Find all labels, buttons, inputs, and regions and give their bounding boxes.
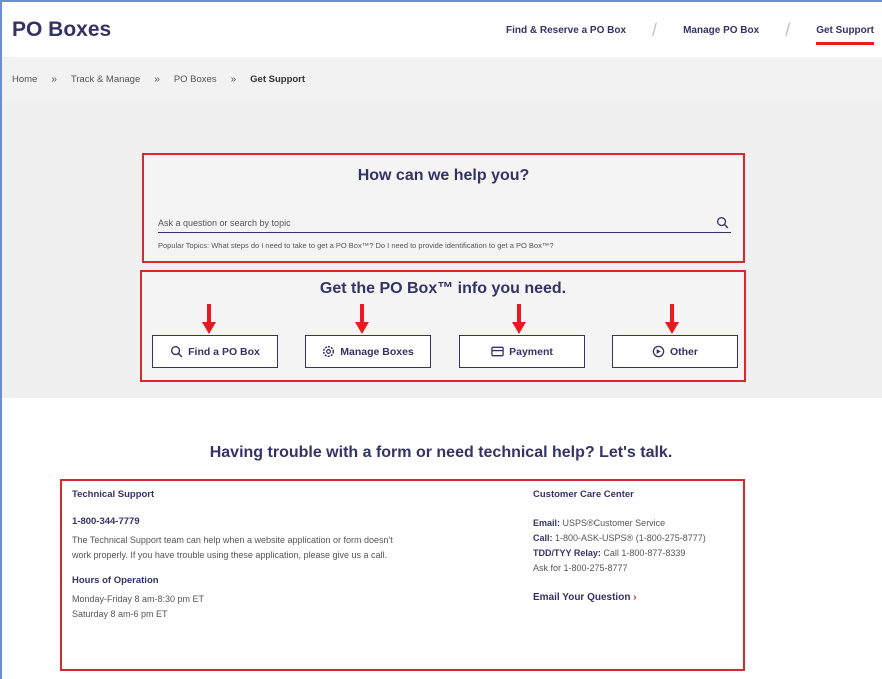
arrow-down-icon	[665, 304, 679, 334]
care-email-label: Email:	[533, 518, 561, 528]
hours-saturday: Saturday 8 am-6 pm ET	[72, 609, 168, 619]
manage-boxes-label: Manage Boxes	[340, 345, 414, 358]
manage-boxes-button[interactable]: Manage Boxes	[305, 335, 431, 368]
care-email-line: Email: USPS®Customer Service	[533, 516, 743, 531]
tech-support-phone[interactable]: 1-800-344-7779	[72, 516, 412, 527]
arrow-circle-icon	[652, 345, 665, 358]
search-placeholder: Ask a question or search by topic	[158, 218, 291, 228]
search-icon[interactable]	[716, 216, 729, 229]
care-call-line: Call: 1-800-ASK-USPS® (1-800-275-8777)	[533, 531, 743, 546]
breadcrumb-current: Get Support	[250, 73, 306, 85]
credit-card-icon	[491, 346, 504, 357]
top-nav: Find & Reserve a PO Box / Manage PO Box …	[502, 20, 878, 45]
customer-care: Customer Care Center Email: USPS®Custome…	[533, 489, 743, 603]
care-tdd-line: TDD/TYY Relay: Call 1-800-877-8339	[533, 546, 743, 561]
email-question-link[interactable]: Email Your Question ›	[533, 592, 743, 603]
tech-support-heading: Technical Support	[72, 489, 155, 500]
nav-separator: /	[652, 20, 658, 40]
hours-weekday: Monday-Friday 8 am-8:30 pm ET	[72, 594, 205, 604]
help-title: How can we help you?	[357, 167, 530, 184]
chevron-right-icon: ›	[633, 592, 637, 603]
payment-button[interactable]: Payment	[459, 335, 585, 368]
breadcrumb-home[interactable]: Home	[12, 74, 37, 85]
help-section: How can we help you? Ask a question or s…	[142, 153, 745, 263]
info-section: Get the PO Box™ info you need. Find a PO…	[140, 270, 746, 382]
support-section: Technical Support 1-800-344-7779 The Tec…	[60, 479, 745, 671]
payment-label: Payment	[509, 345, 553, 358]
arrow-down-icon	[512, 304, 526, 334]
care-call-label: Call:	[533, 533, 553, 543]
arrow-down-icon	[202, 304, 216, 334]
nav-separator: /	[785, 20, 791, 40]
care-tdd-number[interactable]: Call 1-800-877-8339	[603, 548, 685, 558]
nav-manage-po-box[interactable]: Manage PO Box	[679, 25, 763, 36]
hours-heading: Hours of Operation	[72, 575, 159, 586]
tech-support-description: The Technical Support team can help when…	[72, 535, 393, 560]
nav-find-reserve[interactable]: Find & Reserve a PO Box	[502, 25, 630, 36]
other-button[interactable]: Other	[612, 335, 738, 368]
customer-care-heading: Customer Care Center	[533, 489, 634, 500]
info-title: Get the PO Box™ info you need.	[319, 280, 567, 297]
chevron-right-icon: »	[230, 73, 237, 85]
gear-icon	[323, 345, 335, 358]
chevron-right-icon: »	[51, 73, 57, 85]
find-po-box-button[interactable]: Find a PO Box	[152, 335, 278, 368]
breadcrumb: Home » Track & Manage » PO Boxes » Get S…	[2, 57, 882, 101]
other-label: Other	[669, 345, 698, 358]
technical-support: Technical Support 1-800-344-7779 The Tec…	[72, 489, 412, 622]
breadcrumb-track-manage[interactable]: Track & Manage	[71, 74, 140, 85]
trouble-heading: Having trouble with a form or need techn…	[209, 444, 673, 461]
page-title: PO Boxes	[12, 18, 112, 41]
chevron-right-icon: »	[154, 73, 160, 85]
arrow-down-icon	[355, 304, 369, 334]
breadcrumb-po-boxes[interactable]: PO Boxes	[174, 74, 217, 85]
popular-topics[interactable]: Popular Topics: What steps do I need to …	[158, 241, 554, 250]
email-question-label: Email Your Question	[533, 592, 631, 603]
care-ask-for: Ask for 1-800-275-8777	[533, 563, 628, 573]
page-header: PO Boxes Find & Reserve a PO Box / Manag…	[2, 2, 882, 56]
care-email-link[interactable]: USPS®Customer Service	[563, 518, 666, 528]
nav-get-support[interactable]: Get Support	[812, 25, 878, 45]
care-tdd-label: TDD/TYY Relay:	[533, 548, 601, 558]
find-po-box-label: Find a PO Box	[188, 345, 260, 358]
care-call-number[interactable]: 1-800-ASK-USPS® (1-800-275-8777)	[555, 533, 706, 543]
search-icon	[171, 345, 183, 358]
search-input[interactable]: Ask a question or search by topic	[158, 213, 731, 233]
